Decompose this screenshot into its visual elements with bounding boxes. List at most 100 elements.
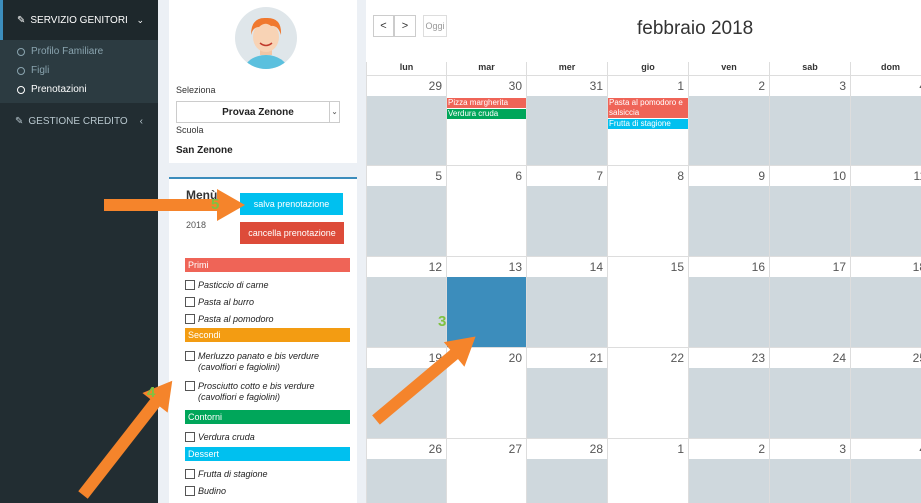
weekday-header: mar [446, 62, 526, 75]
checkbox[interactable] [185, 280, 195, 290]
school-name: San Zenone [176, 145, 233, 156]
sidebar-gestione-credito[interactable]: ✎ GESTIONE CREDITO ‹ [0, 103, 158, 139]
day-number: 1 [677, 79, 684, 93]
menu-item-label: Pasta al burro [198, 297, 255, 307]
calendar-day[interactable]: 27 [446, 438, 526, 503]
today-button[interactable]: Oggi [423, 15, 447, 37]
circle-icon [17, 47, 25, 56]
scuola-label: Scuola [176, 125, 204, 135]
calendar-day[interactable]: 4 [850, 438, 921, 503]
child-select-value: Provaa Zenone [222, 106, 294, 118]
calendar-day[interactable]: 1 [607, 438, 688, 503]
sidebar-item-label: Prenotazioni [31, 84, 87, 95]
calendar-day[interactable]: 1 Pasta al pomodoro e salsiccia Frutta di … [607, 75, 688, 165]
menu-card: Menù 2018 salva prenotazione cancella pr… [169, 177, 357, 503]
avatar [235, 7, 297, 69]
calendar-day[interactable]: 7 [526, 165, 607, 256]
day-number: 20 [508, 351, 522, 365]
day-number: 14 [589, 260, 603, 274]
day-number: 11 [913, 169, 921, 183]
day-number: 22 [670, 351, 684, 365]
menu-item[interactable]: Frutta di stagione [185, 469, 268, 480]
day-shade [851, 186, 921, 256]
calendar-day[interactable]: 14 [526, 256, 607, 347]
checkbox[interactable] [185, 297, 195, 307]
calendar-day[interactable]: 30 Pizza margherita Verdura cruda [446, 75, 526, 165]
calendar-day[interactable]: 28 [526, 438, 607, 503]
calendar-day[interactable]: 6 [446, 165, 526, 256]
menu-item[interactable]: Budino [185, 486, 226, 497]
sidebar-item-profilo-familiare[interactable]: Profilo Familiare [0, 42, 158, 61]
cancel-button[interactable]: cancella prenotazione [240, 222, 344, 244]
sidebar-item-prenotazioni[interactable]: Prenotazioni [0, 80, 158, 99]
calendar-day[interactable]: 29 [366, 75, 446, 165]
day-shade [770, 459, 850, 503]
day-number: 7 [596, 169, 603, 183]
day-number: 2 [758, 79, 765, 93]
checkbox[interactable] [185, 314, 195, 324]
calendar-event[interactable]: Verdura cruda [447, 109, 526, 119]
save-button[interactable]: salva prenotazione [240, 193, 343, 215]
menu-item[interactable]: Verdura cruda [185, 432, 255, 443]
calendar-day[interactable]: 4 [850, 75, 921, 165]
checkbox[interactable] [185, 381, 195, 391]
checkbox[interactable] [185, 469, 195, 479]
day-shade [851, 459, 921, 503]
day-shade [367, 96, 446, 165]
menu-item-label: Merluzzo panato e bis verdure (cavolfior… [198, 351, 320, 372]
calendar-event[interactable]: Pasta al pomodoro e salsiccia [608, 98, 688, 118]
child-select[interactable]: Provaa Zenone ⌄ [176, 101, 340, 123]
calendar-title: febbraio 2018 [637, 18, 754, 39]
calendar-day[interactable]: 24 [769, 347, 850, 438]
calendar-day[interactable]: 16 [688, 256, 769, 347]
calendar-day[interactable]: 3 [769, 75, 850, 165]
sidebar-item-figli[interactable]: Figli [0, 61, 158, 80]
calendar-day[interactable]: 9 [688, 165, 769, 256]
calendar-day[interactable]: 17 [769, 256, 850, 347]
calendar-day[interactable]: 25 [850, 347, 921, 438]
calendar-day[interactable]: 2 [688, 75, 769, 165]
weekday-header: lun [366, 62, 446, 75]
calendar-day[interactable]: 26 [366, 438, 446, 503]
menu-item[interactable]: Prosciutto cotto e bis verdure (cavolfio… [185, 381, 345, 403]
calendar-day[interactable]: 11 [850, 165, 921, 256]
sidebar-item-label: Profilo Familiare [31, 46, 104, 57]
circle-icon [17, 85, 25, 94]
checkbox[interactable] [185, 351, 195, 361]
prev-button[interactable]: < [373, 15, 394, 37]
menu-item[interactable]: Merluzzo panato e bis verdure (cavolfior… [185, 351, 345, 373]
calendar-day[interactable]: 12 [366, 256, 446, 347]
menu-item[interactable]: Pasta al pomodoro [185, 314, 274, 325]
calendar-day[interactable]: 22 [607, 347, 688, 438]
calendar-day[interactable]: 3 [769, 438, 850, 503]
calendar-event[interactable]: Frutta di stagione [608, 119, 688, 129]
menu-item[interactable]: Pasta al burro [185, 297, 254, 308]
calendar-day[interactable]: 21 [526, 347, 607, 438]
day-number: 10 [832, 169, 846, 183]
menu-item-label: Pasticcio di carne [198, 280, 269, 290]
calendar-event[interactable]: Pizza margherita [447, 98, 526, 108]
menu-year: 2018 [186, 220, 207, 230]
arrow-annotation [104, 189, 245, 221]
weekday-header: sab [769, 62, 850, 75]
menu-item[interactable]: Pasticcio di carne [185, 280, 269, 291]
calendar-day[interactable]: 10 [769, 165, 850, 256]
next-button[interactable]: > [394, 15, 416, 37]
calendar-day[interactable]: 8 [607, 165, 688, 256]
chevron-left-icon: ‹ [139, 115, 143, 127]
calendar-day[interactable]: 15 [607, 256, 688, 347]
section-dessert: Dessert [185, 447, 350, 461]
sidebar-servizio-genitori[interactable]: ✎ SERVIZIO GENITORI ⌄ [0, 0, 158, 40]
day-shade [527, 186, 607, 256]
calendar-day[interactable]: 23 [688, 347, 769, 438]
calendar-day[interactable]: 2 [688, 438, 769, 503]
calendar-day[interactable]: 18 [850, 256, 921, 347]
checkbox[interactable] [185, 486, 195, 496]
day-shade [770, 186, 850, 256]
calendar-day[interactable]: 5 [366, 165, 446, 256]
day-shade [527, 459, 607, 503]
sidebar-header-label: SERVIZIO GENITORI [30, 14, 128, 26]
menu-item-label: Prosciutto cotto e bis verdure (cavolfio… [198, 381, 315, 402]
checkbox[interactable] [185, 432, 195, 442]
calendar-day[interactable]: 31 [526, 75, 607, 165]
